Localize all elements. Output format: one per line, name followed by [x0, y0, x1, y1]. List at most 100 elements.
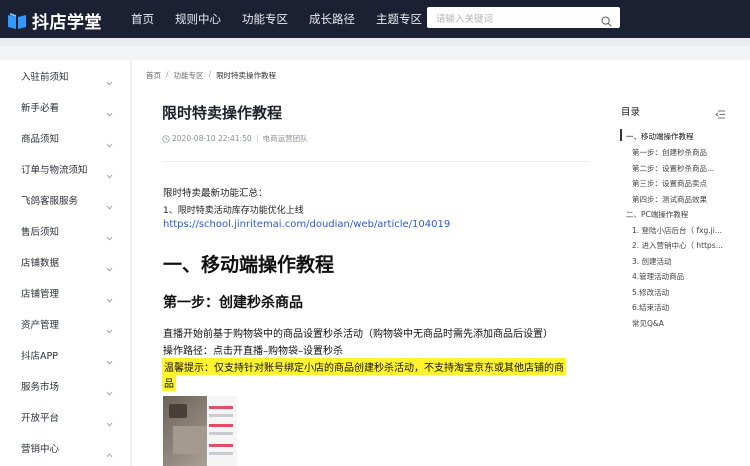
search-icon[interactable] [601, 12, 612, 27]
chevron-down-icon [106, 413, 113, 427]
search-input[interactable] [427, 9, 592, 30]
toc-collapse-icon[interactable] [715, 104, 725, 119]
image-row [209, 424, 233, 427]
sidebar-item-label: 店铺数据 [21, 258, 60, 269]
sidebar-item-label: 商品须知 [21, 134, 60, 145]
sidebar-item-newbie[interactable]: 新手必看 [0, 91, 131, 122]
top-navbar: 抖店学堂 首页 规则中心 功能专区 成长路径 主题专区 [0, 0, 750, 38]
toc-item[interactable]: 2. 进入营销中心（ https... [632, 240, 727, 251]
paragraph-line: 直播开始前基于购物袋中的商品设置秒杀活动（购物袋中无商品时需先添加商品后设置） [163, 329, 553, 340]
toc-title: 目录 [621, 107, 641, 118]
sidebar-item-label: 入驻前须知 [21, 72, 69, 83]
main-nav: 首页 规则中心 功能专区 成长路径 主题专区 [131, 0, 443, 38]
breadcrumb-separator: / [166, 70, 169, 79]
toc-active-indicator [620, 129, 622, 141]
chevron-down-icon [106, 134, 113, 148]
breadcrumb-current: 限时特卖操作教程 [216, 71, 277, 80]
chevron-down-icon [106, 72, 113, 86]
breadcrumb-feature-zone[interactable]: 功能专区 [174, 70, 204, 81]
title-divider [162, 161, 588, 162]
sidebar-item-shop-management[interactable]: 店铺管理 [0, 277, 131, 308]
tip-highlight: 温馨提示：仅支持针对账号绑定小店的商品创建秒杀活动，不支持淘宝京东或其他店铺的商 [162, 358, 566, 375]
chevron-down-icon [106, 258, 113, 272]
image-region [169, 404, 187, 418]
search-box [427, 7, 620, 30]
article-container: 首页 / 功能专区 / 限时特卖操作教程 限时特卖操作教程 2020-08-10… [132, 60, 750, 466]
toc-item[interactable]: 5.修改活动 [632, 287, 727, 298]
sidebar-item-label: 店铺管理 [21, 289, 60, 300]
toc-item[interactable]: 1. 登陆小店后台（ fxg.ji... [632, 225, 727, 236]
sidebar-item-doudian-app[interactable]: 抖店APP [0, 339, 131, 370]
breadcrumb-separator: / [208, 70, 212, 79]
sidebar-item-label: 服务市场 [21, 382, 60, 393]
sidebar-item-label: 新手必看 [21, 103, 60, 114]
chevron-down-icon [106, 103, 113, 117]
sidebar-item-label: 抖店APP [21, 351, 58, 362]
toc-item[interactable]: 3. 创建活动 [632, 256, 727, 267]
chevron-down-icon [106, 196, 113, 210]
sidebar-item-after-sales[interactable]: 售后须知 [0, 215, 131, 246]
sidebar-item-service-market[interactable]: 服务市场 [0, 370, 131, 401]
section-heading: 一、移动端操作教程 [163, 254, 335, 276]
toc-item[interactable]: 4.管理活动商品 [632, 271, 727, 282]
sidebar-item-marketing-center[interactable]: 营销中心 [0, 432, 131, 463]
chevron-down-icon [106, 320, 113, 334]
sidebar-item-order-logistics[interactable]: 订单与物流须知 [0, 153, 131, 184]
intro-line: 1、限时特卖活动库存功能优化上线 [163, 206, 304, 216]
nav-topic-zone[interactable]: 主题专区 [376, 11, 422, 27]
sidebar-item-shop-data[interactable]: 店铺数据 [0, 246, 131, 277]
sidebar-item-product[interactable]: 商品须知 [0, 122, 131, 153]
page-title: 限时特卖操作教程 [162, 104, 283, 122]
article-link[interactable]: https://school.jinritemai.com/doudian/we… [163, 219, 450, 230]
sidebar-item-label: 资产管理 [21, 320, 60, 331]
sidebar: 入驻前须知 新手必看 商品须知 订单与物流须知 飞鸽客服服务 售后须知 店铺数据… [0, 60, 131, 466]
sidebar-item-label: 售后须知 [21, 227, 60, 238]
nav-feature-zone[interactable]: 功能专区 [242, 11, 288, 27]
logo[interactable]: 抖店学堂 [7, 8, 102, 33]
chevron-down-icon [106, 227, 113, 241]
header-divider [0, 38, 750, 46]
toc-item[interactable]: 常见Q&A [632, 318, 727, 329]
toc-item[interactable]: 第二步：设置秒杀商品... [632, 163, 727, 174]
article-author: 电商运营团队 [262, 134, 308, 143]
tip-highlight: 品 [162, 374, 176, 391]
article-datetime: 2020-08-10 22:41:50 [172, 134, 252, 143]
toc-item[interactable]: 第一步：创建秒杀商品 [632, 147, 727, 158]
nav-rules-center[interactable]: 规则中心 [175, 11, 221, 27]
image-row [209, 452, 233, 455]
toc-item[interactable]: 第四步：测试商品效果 [632, 194, 727, 205]
nav-home[interactable]: 首页 [131, 11, 154, 27]
breadcrumb-home[interactable]: 首页 [146, 70, 161, 81]
image-row [209, 406, 233, 409]
toc-item[interactable]: 第三步：设置商品卖点 [632, 178, 727, 189]
logo-text: 抖店学堂 [32, 13, 102, 33]
sidebar-item-label: 营销中心 [21, 444, 60, 455]
sidebar-item-open-platform[interactable]: 开放平台 [0, 401, 131, 432]
sidebar-item-label: 飞鸽客服服务 [21, 196, 79, 207]
chevron-down-icon [106, 165, 113, 179]
toc-item[interactable]: 一、移动端操作教程 [626, 131, 694, 142]
article-meta: 2020-08-10 22:41:50 电商运营团队 [162, 133, 308, 144]
paragraph-line: 操作路径：点击开直播–购物袋–设置秒杀 [163, 346, 343, 357]
breadcrumb: 首页 / 功能专区 / 限时特卖操作教程 [146, 70, 276, 81]
chevron-down-icon [106, 289, 113, 303]
chevron-down-icon [106, 351, 113, 365]
chevron-down-icon [106, 382, 113, 396]
book-logo-icon [7, 12, 27, 30]
sidebar-item-asset-management[interactable]: 资产管理 [0, 308, 131, 339]
image-row [209, 414, 233, 417]
article-screenshot-image [163, 396, 237, 466]
image-row [209, 432, 233, 435]
sidebar-item-feige-service[interactable]: 飞鸽客服服务 [0, 184, 131, 215]
intro-line: 限时特卖最新功能汇总： [163, 188, 268, 199]
meta-divider [256, 134, 258, 143]
sidebar-item-label: 开放平台 [21, 413, 60, 424]
clock-icon [162, 134, 170, 143]
sidebar-item-before-settle[interactable]: 入驻前须知 [0, 60, 131, 91]
sidebar-item-label: 订单与物流须知 [21, 165, 88, 176]
chevron-up-icon [106, 444, 113, 458]
toc-item[interactable]: 二、PC端操作教程 [626, 209, 688, 220]
nav-growth-path[interactable]: 成长路径 [309, 11, 355, 27]
toc-item[interactable]: 6.结束活动 [632, 302, 727, 313]
subsection-heading: 第一步：创建秒杀商品 [163, 295, 303, 311]
